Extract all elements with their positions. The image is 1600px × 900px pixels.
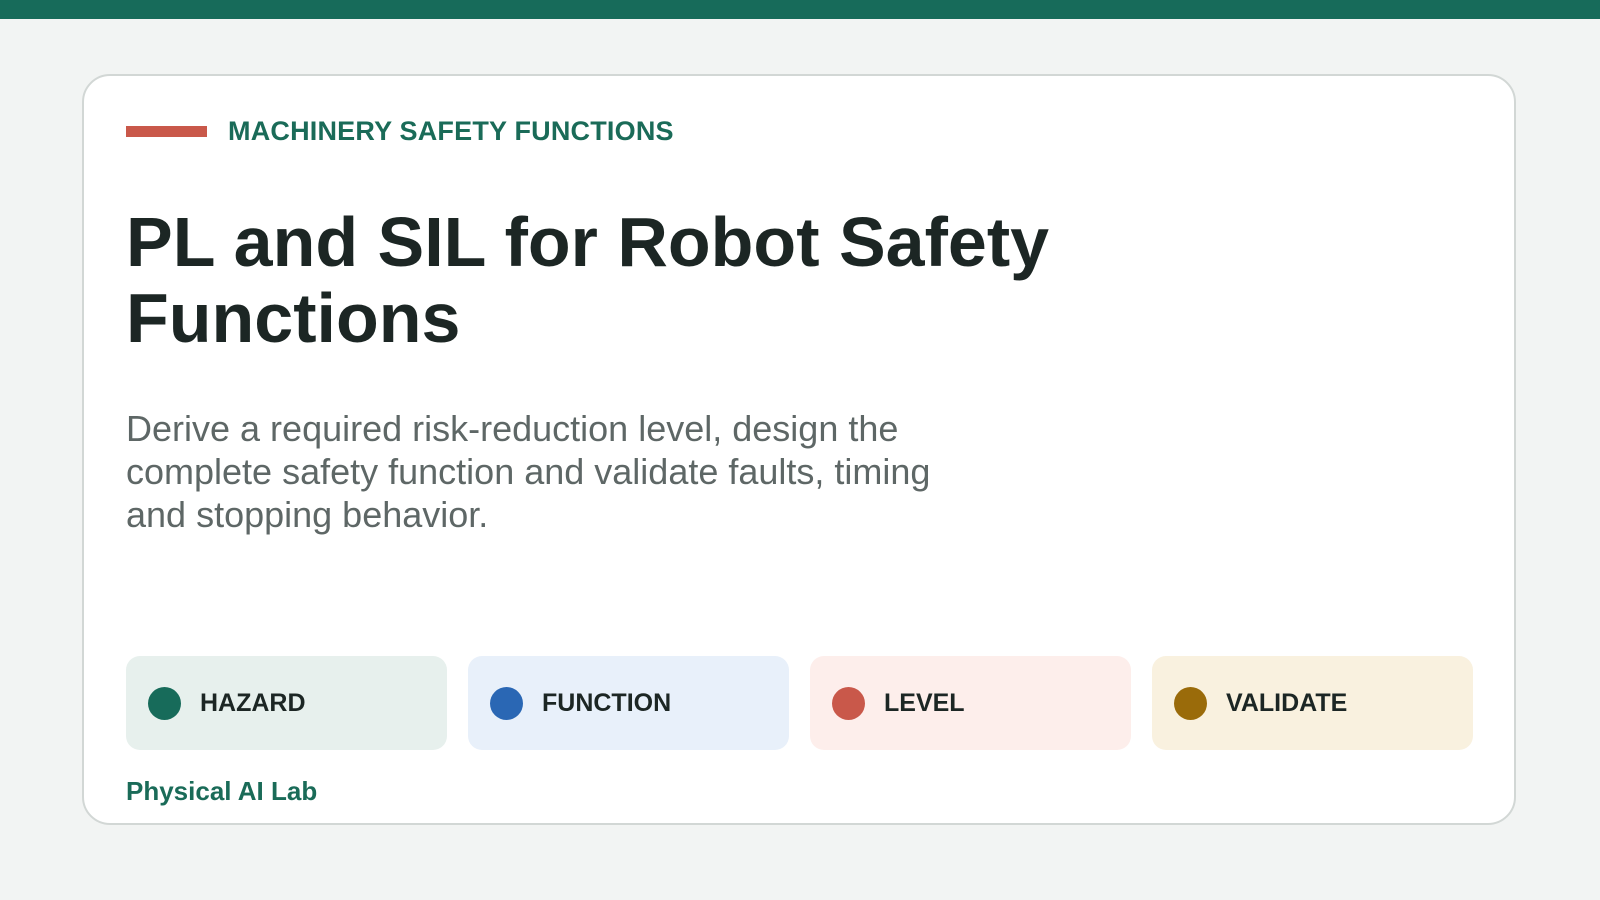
chip-hazard: HAZARD [126,656,447,750]
chip-level: LEVEL [810,656,1131,750]
function-dot-icon [490,686,523,720]
footer-brand: Physical AI Lab [126,776,318,806]
chip-label: VALIDATE [1226,688,1348,717]
chip-label: LEVEL [884,688,965,717]
top-accent-bar [0,0,1600,19]
eyebrow-label: MACHINERY SAFETY FUNCTIONS [228,116,674,146]
chip-label: FUNCTION [542,688,672,717]
chip-function: FUNCTION [468,656,789,750]
hazard-dot-icon [148,686,181,720]
eyebrow: MACHINERY SAFETY FUNCTIONS [126,116,674,147]
page-title: PL and SIL for Robot Safety Functions [126,203,1050,357]
page-subtitle: Derive a required risk-reduction level, … [126,408,931,535]
eyebrow-accent-bar [126,126,207,137]
slide-card: MACHINERY SAFETY FUNCTIONS PL and SIL fo… [82,74,1516,825]
chip-validate: VALIDATE [1152,656,1473,750]
chip-label: HAZARD [200,688,306,717]
step-chips: HAZARD FUNCTION LEVEL VALIDATE [126,656,1473,750]
level-dot-icon [832,686,865,720]
validate-dot-icon [1174,686,1207,720]
